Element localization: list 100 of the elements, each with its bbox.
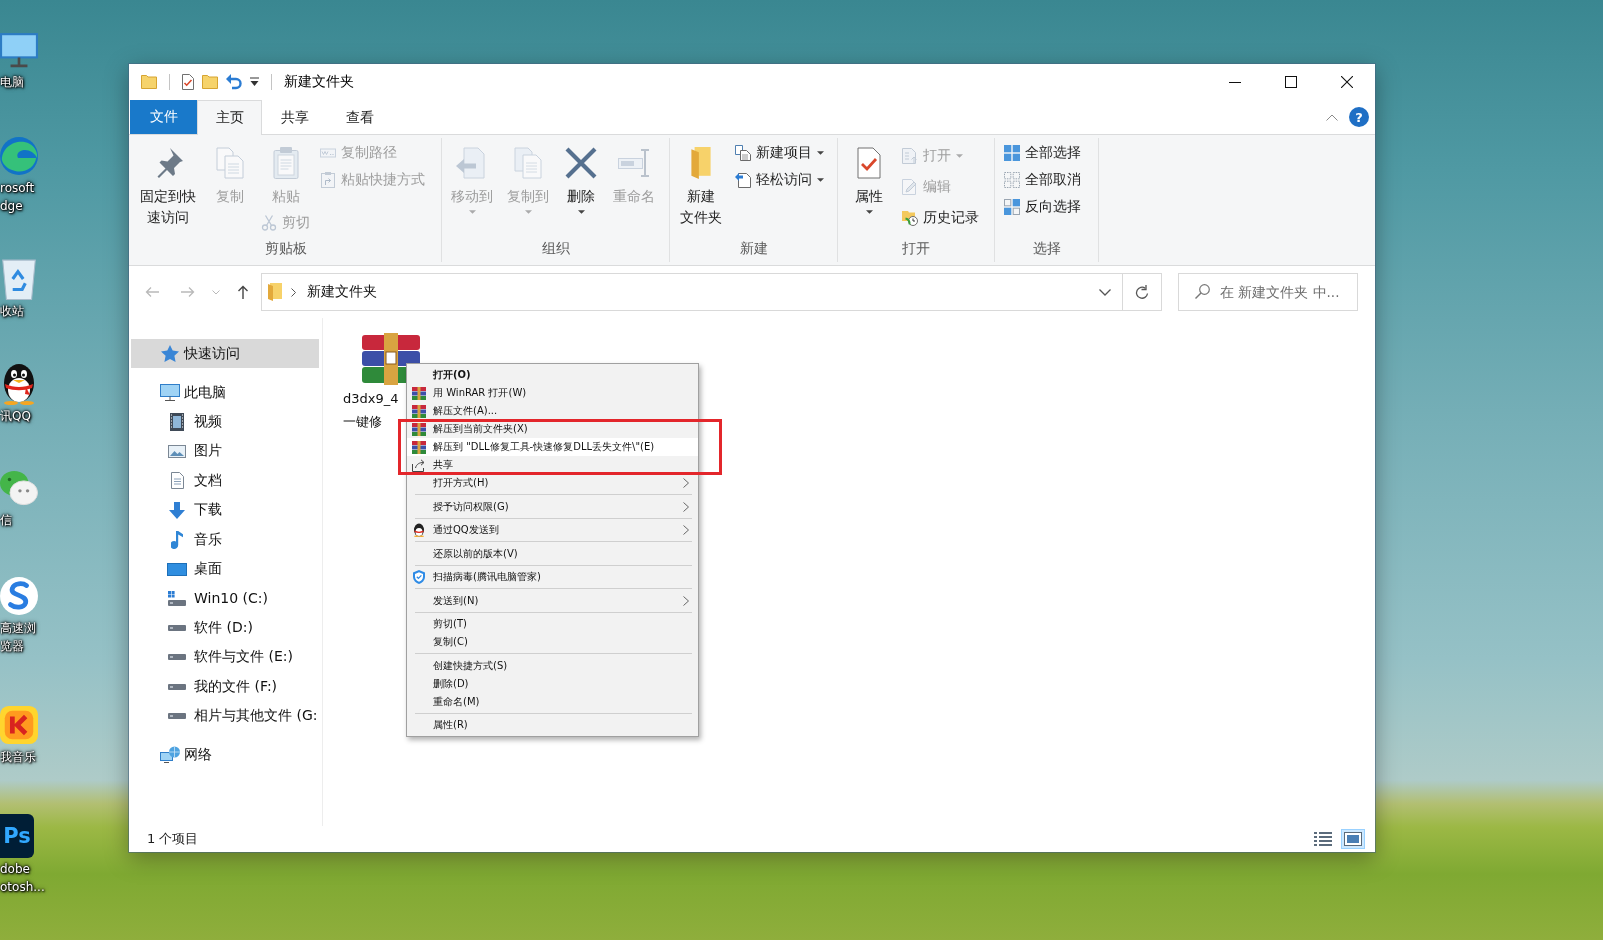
copy-documents-icon — [214, 147, 246, 179]
archive-books-icon — [412, 440, 426, 454]
picture-icon — [168, 444, 186, 458]
minimize-icon — [1229, 81, 1241, 83]
menu-item[interactable]: 解压到 "DLL修复工具-快速修复DLL丢失文件\"(E) — [407, 438, 698, 456]
nav-item[interactable]: 快速访问 — [131, 339, 319, 369]
file-name[interactable]: d3dx9_4 一键修 — [343, 387, 399, 433]
nav-item[interactable]: 图片 — [131, 436, 319, 467]
menu-item[interactable]: 复制(C) — [407, 633, 698, 651]
nav-item[interactable]: Win10 (C:) — [131, 583, 319, 614]
search-field[interactable]: 在 新建文件夹 中... — [1178, 273, 1358, 311]
drive-icon — [168, 683, 186, 690]
nav-item[interactable]: 网络 — [131, 740, 319, 770]
menu-item[interactable]: 打开(O) — [407, 366, 698, 384]
ribbon-button[interactable]: 新建 文件夹 — [674, 140, 728, 230]
ribbon-button[interactable]: 反向选择 — [1001, 194, 1084, 220]
large-icons-view-icon — [1344, 832, 1362, 846]
group-label: 剪贴板 — [264, 239, 307, 258]
chevron-down-icon — [1099, 288, 1111, 296]
ribbon-tab[interactable]: 查看 — [327, 100, 392, 134]
s-logo-icon — [0, 575, 38, 617]
document-arrow-icon — [902, 148, 918, 164]
nav-item[interactable]: 文档 — [131, 466, 319, 496]
folder-clock-icon — [902, 210, 918, 226]
nav-item[interactable]: 此电脑 — [131, 378, 319, 408]
address-bar[interactable]: 新建文件夹 — [261, 273, 1123, 311]
share-icon — [412, 458, 426, 472]
ribbon-button[interactable]: 固定到快 速访问 — [134, 140, 202, 230]
nav-item[interactable]: 软件 (D:) — [131, 613, 319, 643]
app-logo[interactable]: Ps — [0, 814, 34, 858]
file-menu-tab[interactable]: 文件 — [130, 100, 197, 134]
folder-icon — [268, 283, 282, 301]
nav-item[interactable]: 我的文件 (F:) — [131, 671, 319, 702]
menu-item[interactable]: 用 WinRAR 打开(W) — [407, 384, 698, 402]
details-view-button[interactable] — [1311, 829, 1335, 849]
star-icon — [161, 345, 179, 363]
ribbon-button[interactable]: 全部选择 — [1001, 140, 1084, 166]
maximize-icon — [1285, 76, 1297, 88]
download-arrow-icon — [169, 501, 185, 519]
menu-item[interactable]: 发送到(N) — [407, 591, 698, 610]
select-all-icon — [1004, 145, 1020, 161]
nav-item[interactable]: 下载 — [131, 495, 319, 525]
breadcrumb[interactable]: 新建文件夹 — [305, 283, 379, 301]
invert-selection-icon — [1004, 199, 1020, 215]
nav-item[interactable]: 软件与文件 (E:) — [131, 642, 319, 672]
menu-item[interactable]: 共享 — [407, 456, 698, 474]
ribbon-button[interactable]: 新建项目 — [732, 140, 827, 166]
copy-documents-icon — [512, 147, 544, 179]
select-none-icon — [1004, 172, 1020, 188]
drive-icon — [168, 712, 186, 719]
film-icon — [170, 413, 184, 432]
undo-icon — [226, 74, 242, 90]
menu-item[interactable]: 创建快捷方式(S) — [407, 656, 698, 675]
nav-item[interactable]: 相片与其他文件 (G: — [131, 701, 319, 731]
ribbon-tab[interactable]: 共享 — [262, 100, 327, 134]
menu-item[interactable]: 属性(R) — [407, 716, 698, 734]
nav-item[interactable]: 音乐 — [131, 524, 319, 555]
ribbon-tab[interactable]: 主页 — [197, 100, 262, 135]
menu-item[interactable]: 重命名(M) — [407, 692, 698, 711]
menu-item[interactable]: 删除(D) — [407, 674, 698, 693]
large-icons-view-button[interactable] — [1341, 829, 1365, 849]
menu-item[interactable]: 解压到当前文件夹(X) — [407, 420, 698, 438]
system-drive-icon — [168, 590, 186, 606]
ribbon-button[interactable]: 属性 — [845, 140, 893, 216]
desktop-screen-icon — [167, 562, 187, 576]
path-field-icon — [320, 145, 336, 161]
document-arrow-icon — [456, 147, 488, 179]
ribbon-button[interactable]: 删除 — [557, 140, 605, 216]
monitor-icon — [160, 384, 180, 402]
menu-item[interactable]: 扫描病毒(腾讯电脑管家) — [407, 568, 698, 586]
nav-item[interactable]: 视频 — [131, 407, 319, 437]
help-button[interactable]: ? — [1349, 107, 1369, 127]
folder-icon — [141, 75, 157, 89]
details-view-icon — [1314, 832, 1332, 846]
close-icon — [1341, 76, 1353, 88]
scissors-icon — [261, 215, 277, 231]
menu-item[interactable]: 通过QQ发送到 — [407, 521, 698, 539]
menu-item[interactable]: 还原以前的版本(V) — [407, 544, 698, 563]
refresh-icon — [1135, 284, 1149, 300]
nav-item[interactable]: 桌面 — [131, 554, 319, 584]
recycle-bin-icon — [0, 258, 38, 300]
ribbon-button[interactable]: 轻松访问 — [732, 167, 827, 193]
network-icon — [160, 746, 180, 764]
drive-icon — [168, 654, 186, 661]
menu-item[interactable]: 授予访问权限(G) — [407, 497, 698, 516]
x-mark-icon — [565, 147, 597, 179]
group-label: 新建 — [739, 239, 768, 258]
archive-books-icon — [412, 422, 426, 436]
arrow-up-icon — [237, 285, 249, 299]
menu-item[interactable]: 打开方式(H) — [407, 474, 698, 492]
drive-icon — [168, 624, 186, 631]
group-label: 打开 — [902, 239, 930, 258]
ribbon-button[interactable]: 历史记录 — [899, 205, 982, 231]
menu-item[interactable]: 剪切(T) — [407, 615, 698, 633]
refresh-button[interactable] — [1123, 273, 1162, 311]
document-arrow-icon — [735, 172, 751, 188]
pencil-document-icon — [902, 179, 918, 195]
menu-item[interactable]: 解压文件(A)... — [407, 402, 698, 420]
document-icon — [170, 472, 184, 490]
ribbon-button[interactable]: 全部取消 — [1001, 167, 1084, 193]
